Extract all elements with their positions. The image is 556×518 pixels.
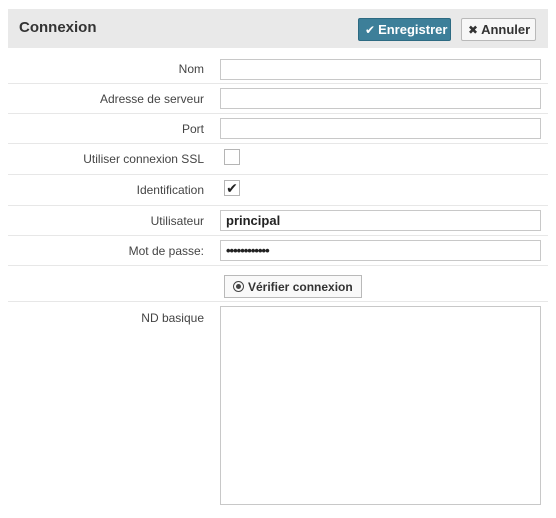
save-button[interactable]: ✔ Enregistrer: [358, 18, 451, 41]
port-label: Port: [181, 122, 204, 136]
form-row-port: Port: [8, 114, 548, 144]
checkmark-icon: ✔: [365, 22, 376, 37]
form-row-user: Utilisateur principal: [8, 206, 548, 236]
save-button-label: Enregistrer: [378, 22, 448, 37]
cancel-button[interactable]: ✖ Annuler: [461, 18, 536, 41]
form-row-identification: Identification ✔: [8, 175, 548, 206]
ssl-checkbox[interactable]: [224, 149, 240, 165]
form-row-server: Adresse de serveur: [8, 84, 548, 114]
connection-dialog: Connexion ✔ Enregistrer ✖ Annuler Nom Ad…: [0, 0, 556, 518]
server-label: Adresse de serveur: [99, 92, 204, 106]
checkmark-icon: ✔: [226, 180, 238, 196]
identification-label: Identification: [136, 183, 204, 197]
verify-connection-label: Vérifier connexion: [248, 279, 353, 294]
basedn-label: ND basique: [141, 311, 204, 325]
password-label: Mot de passe:: [128, 244, 204, 258]
dialog-header: Connexion ✔ Enregistrer ✖ Annuler: [8, 9, 548, 48]
nom-input[interactable]: [220, 59, 541, 80]
user-input[interactable]: principal: [220, 210, 541, 231]
password-input[interactable]: ••••••••••••: [220, 240, 541, 261]
port-input[interactable]: [220, 118, 541, 139]
basedn-textarea[interactable]: [220, 306, 541, 505]
identification-checkbox[interactable]: ✔: [224, 180, 240, 196]
close-icon: ✖: [468, 22, 479, 37]
server-address-input[interactable]: [220, 88, 541, 109]
verify-connection-button[interactable]: Vérifier connexion: [224, 275, 362, 298]
dialog-title: Connexion: [19, 19, 97, 36]
form-row-nom: Nom: [8, 54, 548, 84]
cancel-button-label: Annuler: [481, 22, 531, 37]
form-row-ssl: Utiliser connexion SSL: [8, 144, 548, 175]
user-label: Utilisateur: [150, 214, 204, 228]
form-row-password: Mot de passe: ••••••••••••: [8, 236, 548, 266]
ssl-label: Utiliser connexion SSL: [83, 152, 204, 166]
radio-dot-icon: [233, 281, 244, 292]
nom-label: Nom: [178, 62, 204, 76]
